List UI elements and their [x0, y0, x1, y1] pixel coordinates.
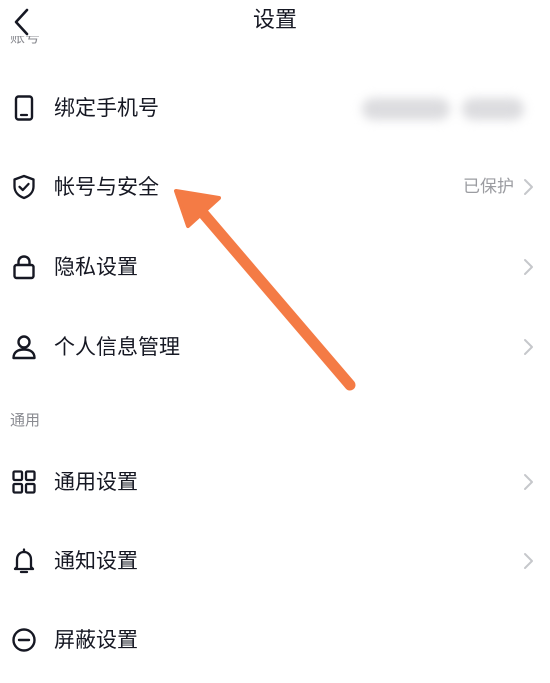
settings-row-label: 通用设置	[54, 470, 138, 494]
grid-icon	[12, 470, 36, 494]
settings-row-label: 屏蔽设置	[54, 628, 138, 652]
person-icon	[12, 335, 36, 360]
chevron-right-icon	[524, 259, 533, 275]
bell-icon	[13, 548, 35, 574]
chevron-right-icon	[524, 339, 533, 355]
settings-row-label: 个人信息管理	[54, 335, 180, 359]
settings-row-label: 绑定手机号	[54, 96, 159, 120]
phone-number-blurred	[362, 98, 450, 120]
settings-row-personal-info[interactable]: 个人信息管理	[0, 319, 550, 375]
chevron-right-icon	[524, 553, 533, 569]
settings-row-label: 隐私设置	[54, 255, 138, 279]
section-label-account: 账号	[10, 36, 41, 46]
chevron-right-icon	[524, 474, 533, 490]
minus-circle-icon	[12, 628, 36, 652]
settings-row-label: 通知设置	[54, 549, 138, 573]
lock-icon	[13, 255, 35, 280]
page-title: 设置	[252, 8, 297, 33]
settings-row-notification[interactable]: 通知设置	[0, 533, 550, 589]
phone-icon	[14, 95, 34, 121]
settings-row-general[interactable]: 通用设置	[0, 454, 550, 510]
security-status-value: 已保护	[463, 177, 514, 197]
chevron-right-icon	[524, 179, 533, 195]
header-bar: 设置	[0, 0, 550, 44]
settings-row-privacy[interactable]: 隐私设置	[0, 239, 550, 295]
section-label-general: 通用	[10, 411, 41, 429]
settings-row-label: 帐号与安全	[54, 175, 159, 199]
phone-number-blurred	[462, 98, 524, 120]
shield-check-icon	[13, 174, 35, 200]
settings-row-block[interactable]: 屏蔽设置	[0, 612, 550, 668]
settings-row-bind-phone[interactable]: 绑定手机号	[0, 80, 550, 136]
settings-row-account-security[interactable]: 帐号与安全 已保护	[0, 159, 550, 215]
